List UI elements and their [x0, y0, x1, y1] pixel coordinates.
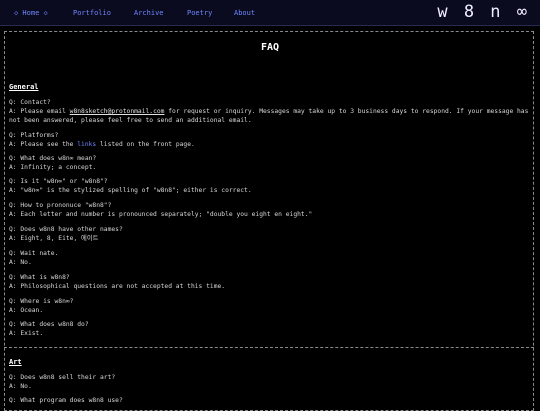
- nav-portfolio-link[interactable]: Portfolio: [73, 9, 111, 17]
- faq-item-pronounce: Q: How to prononuce "w8n8"? A: Each lett…: [9, 201, 529, 219]
- faq-item-where: Q: Where is w8n∞? A: Ocean.: [9, 297, 529, 315]
- faq-item-platforms: Q: Platforms? A: Please see the links li…: [9, 131, 529, 149]
- question: Q: Does w8n8 sell their art?: [9, 374, 116, 381]
- section-heading-general: General: [9, 83, 39, 91]
- nav-poetry-link[interactable]: Poetry: [187, 9, 212, 17]
- faq-panel: [4, 31, 534, 411]
- email-link[interactable]: w8n8sketch@protonmail.com: [70, 108, 165, 115]
- faq-item-meaning: Q: What does w8n∞ mean? A: Infinity; a c…: [9, 154, 529, 172]
- answer-text: A: Please email: [9, 108, 70, 115]
- faq-item-sell-art: Q: Does w8n8 sell their art? A: No.: [9, 373, 529, 391]
- question: Q: Does w8n8 have other names?: [9, 226, 123, 233]
- page-title: FAQ: [260, 42, 280, 53]
- answer: A: Philosophical questions are not accep…: [9, 283, 226, 290]
- answer-text: A: Please see the: [9, 141, 78, 148]
- faq-item-wait-nate: Q: Wait nate. A: No.: [9, 249, 529, 267]
- question: Q: Where is w8n∞?: [9, 298, 74, 305]
- answer: A: Infinity; a concept.: [9, 164, 97, 171]
- site-logo[interactable]: w 8 n ∞: [437, 2, 530, 22]
- question: Q: How to prononuce "w8n8"?: [9, 202, 112, 209]
- question: Q: Contact?: [9, 99, 51, 106]
- answer: A: "w8n∞" is the stylized spelling of "w…: [9, 187, 252, 194]
- answer-text: listed on the front page.: [96, 141, 195, 148]
- question: Q: What does w8n8 do?: [9, 321, 89, 328]
- answer: A: Exist.: [9, 330, 44, 337]
- faq-item-program: Q: What program does w8n8 use?: [9, 396, 529, 405]
- answer: A: No.: [9, 383, 32, 390]
- question: Q: What is w8n8?: [9, 274, 70, 281]
- section-divider: [4, 347, 534, 348]
- links-link[interactable]: links: [77, 141, 96, 148]
- faq-item-what-is: Q: What is w8n8? A: Philosophical questi…: [9, 273, 529, 291]
- faq-item-other-names: Q: Does w8n8 have other names? A: Eight,…: [9, 225, 529, 243]
- answer: A: Eight, 8, Eite, 에이트: [9, 235, 99, 242]
- question: Q: Platforms?: [9, 132, 59, 139]
- nav-archive-link[interactable]: Archive: [134, 9, 164, 17]
- top-nav: ◇ Home ◇ Portfolio Archive Poetry About …: [0, 0, 540, 26]
- answer: A: No.: [9, 259, 32, 266]
- question: Q: Wait nate.: [9, 250, 59, 257]
- answer: A: Please see the links listed on the fr…: [9, 140, 529, 149]
- answer: A: Please email w8n8sketch@protonmail.co…: [9, 107, 529, 125]
- question: Q: Is it "w8n∞" or "w8n8"?: [9, 178, 108, 185]
- section-heading-art: Art: [9, 358, 22, 366]
- faq-item-what-do: Q: What does w8n8 do? A: Exist.: [9, 320, 529, 338]
- question: Q: What does w8n∞ mean?: [9, 155, 97, 162]
- faq-item-spelling: Q: Is it "w8n∞" or "w8n8"? A: "w8n∞" is …: [9, 177, 529, 195]
- nav-home-link[interactable]: ◇ Home ◇: [14, 9, 48, 17]
- answer: A: Each letter and number is pronounced …: [9, 211, 313, 218]
- question: Q: What program does w8n8 use?: [9, 397, 123, 404]
- faq-item-contact: Q: Contact? A: Please email w8n8sketch@p…: [9, 98, 529, 125]
- answer: A: Ocean.: [9, 307, 44, 314]
- nav-about-link[interactable]: About: [234, 9, 255, 17]
